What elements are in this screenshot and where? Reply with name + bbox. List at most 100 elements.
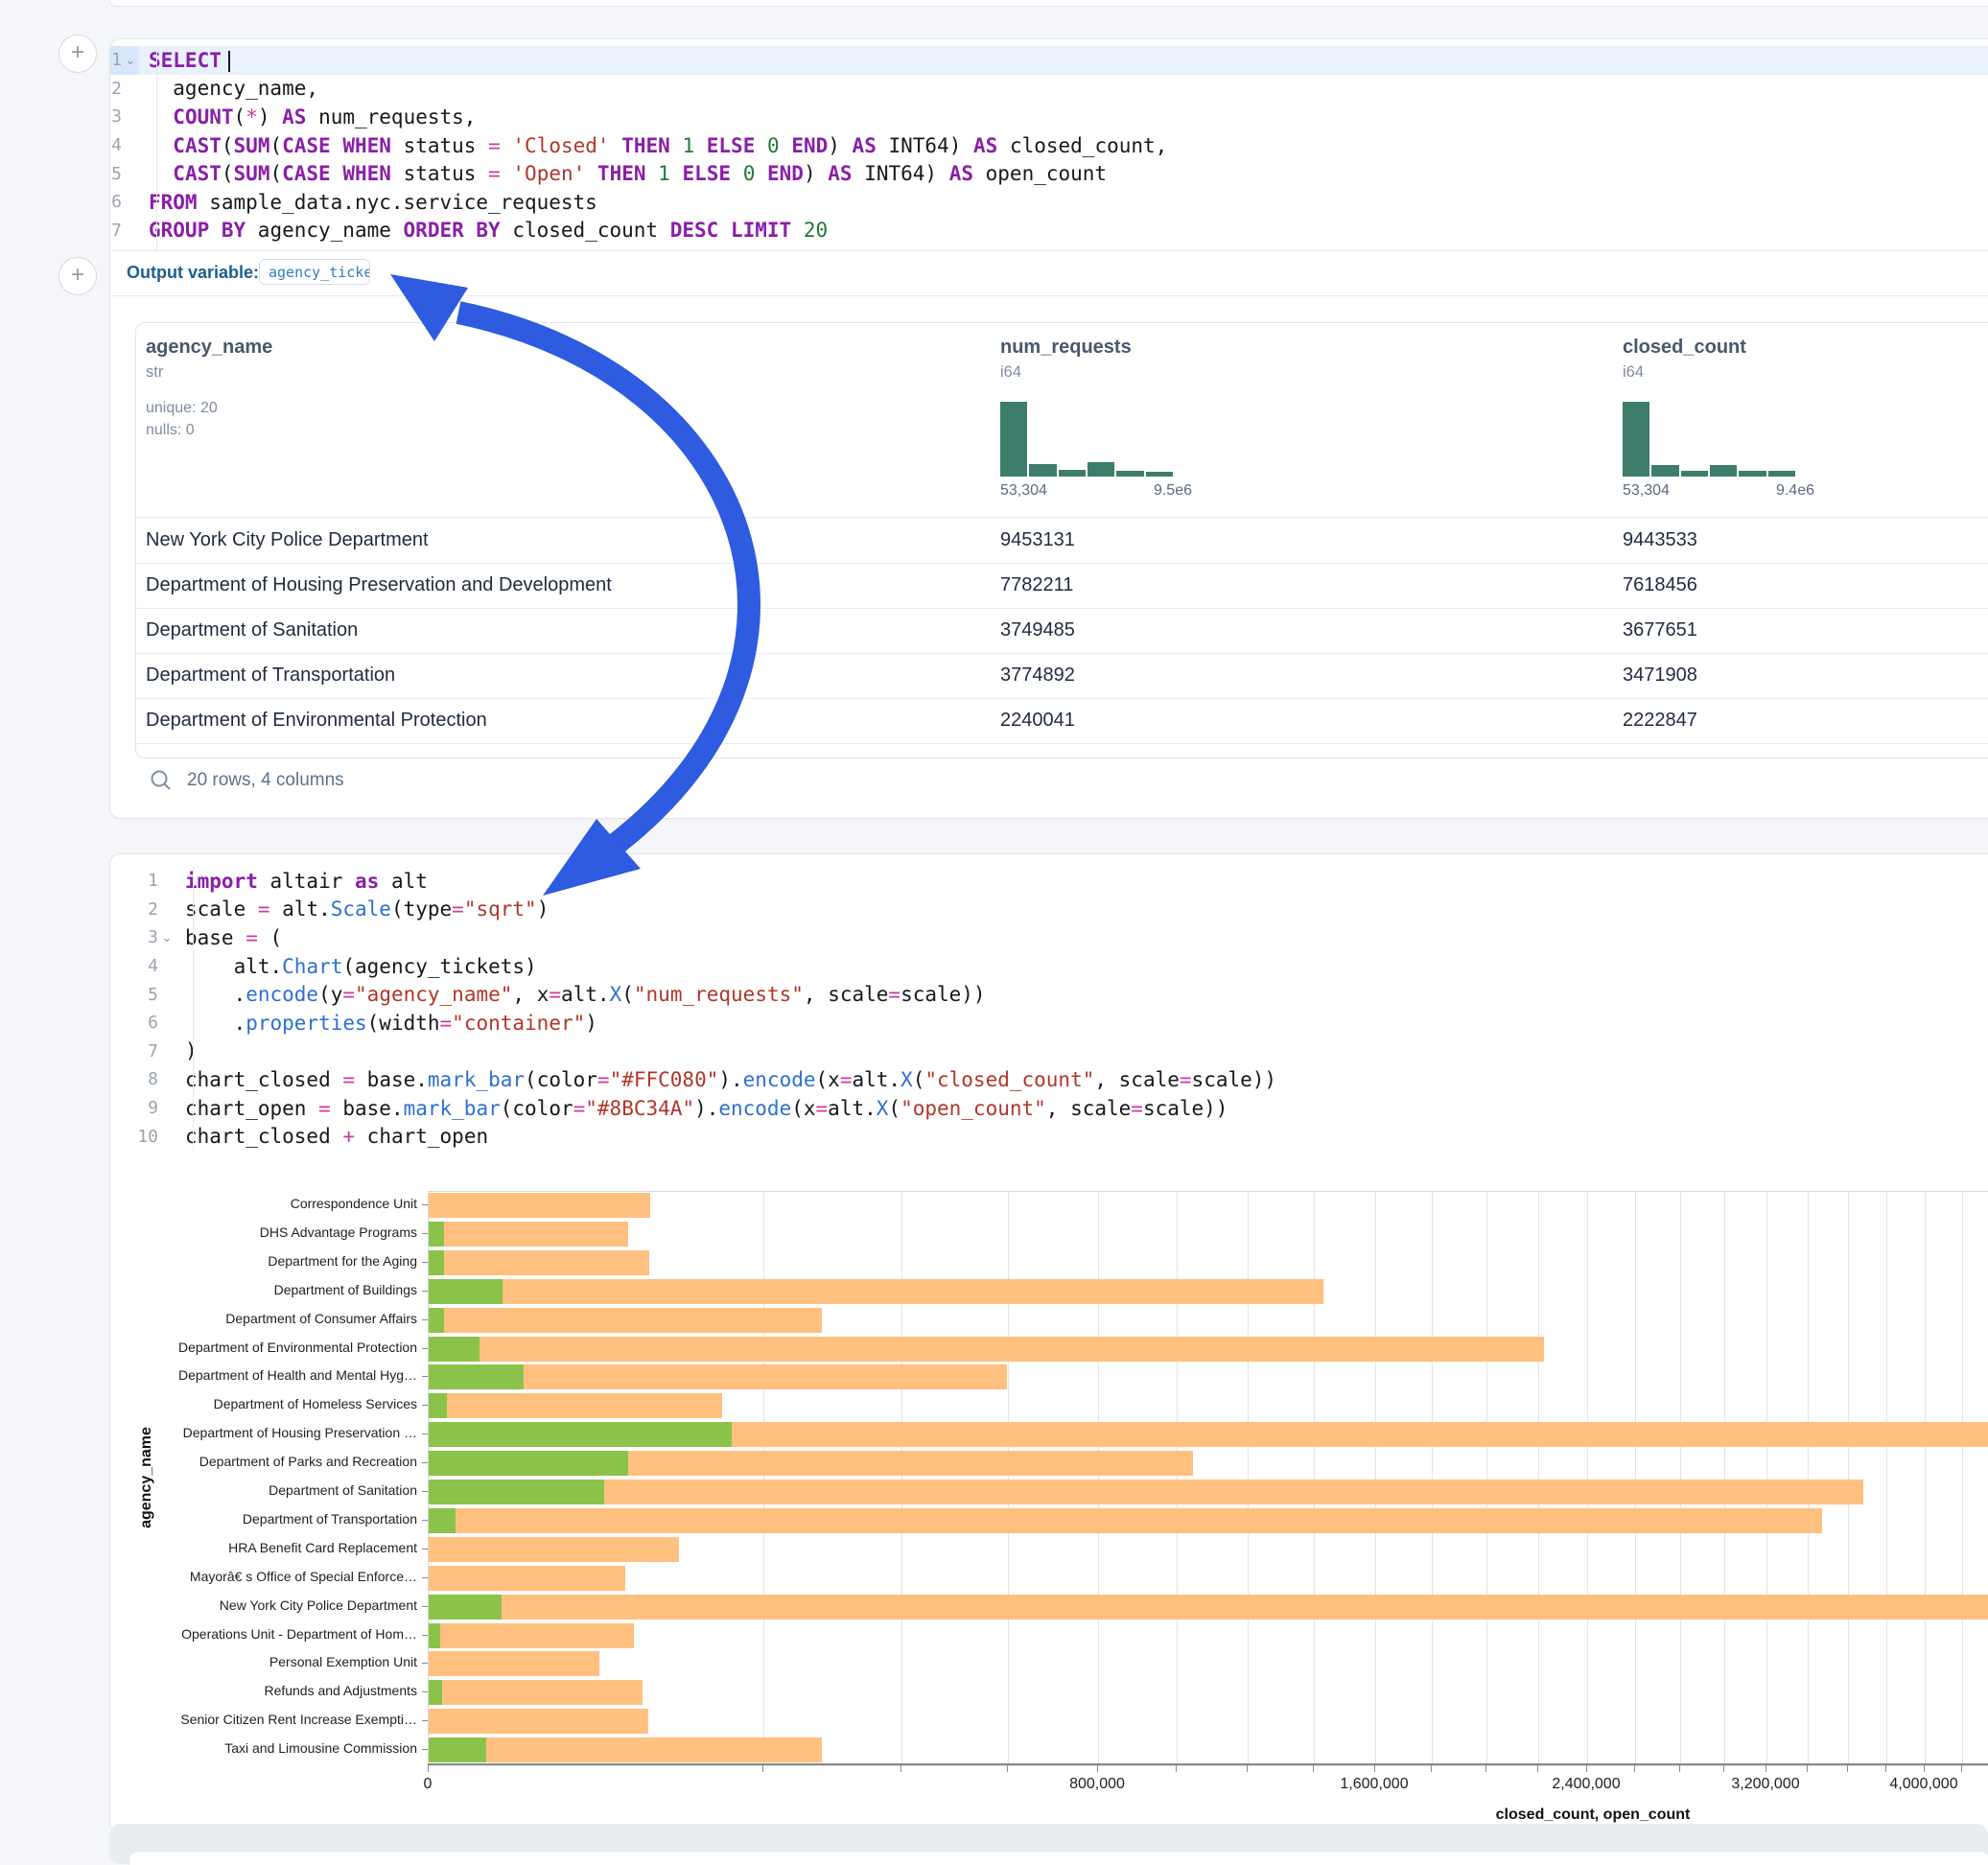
column-header[interactable]: num_requests <box>1000 337 1132 359</box>
table-cell: 3471908 <box>1623 653 1697 698</box>
column-header[interactable]: closed_count <box>1623 337 1746 359</box>
code-line[interactable]: 7GROUP BY agency_name ORDER BY closed_co… <box>110 217 1988 245</box>
altair-chart: Correspondence UnitDHS Advantage Program… <box>110 1161 1988 1832</box>
code-line[interactable]: 1import altair as alt <box>110 867 1988 896</box>
y-tick <box>422 1720 428 1721</box>
code-text: SELECT <box>139 49 230 72</box>
y-axis-label: Department of Parks and Recreation <box>112 1454 417 1469</box>
y-axis-label: HRA Benefit Card Replacement <box>112 1540 417 1555</box>
bar-closed-count <box>429 1308 822 1333</box>
table-row[interactable]: Department of Sanitation37494853677651 <box>136 608 1988 654</box>
line-number: 4 <box>110 131 139 160</box>
gridline <box>1248 1192 1249 1765</box>
histogram-bar <box>1088 462 1114 477</box>
line-number: 1⌄ <box>110 46 139 75</box>
code-line[interactable]: 1⌄SELECT <box>110 46 1988 75</box>
line-number: 3 <box>110 103 139 131</box>
table-row[interactable]: New York City Police Department945313194… <box>136 518 1988 564</box>
code-line[interactable]: 2scale = alt.Scale(type="sqrt") <box>110 896 1988 924</box>
bar-closed-count <box>429 1537 679 1562</box>
column-header[interactable]: agency_name <box>146 337 272 359</box>
code-text: chart_closed = base.mark_bar(color="#FFC… <box>175 1068 1276 1091</box>
x-tick <box>1723 1765 1724 1772</box>
code-line[interactable]: 3 COUNT(*) AS num_requests, <box>110 103 1988 131</box>
y-axis-label: Refunds and Adjustments <box>112 1683 417 1698</box>
x-tick <box>1007 1765 1008 1772</box>
gridline <box>1587 1192 1588 1765</box>
x-tick <box>1634 1765 1635 1772</box>
x-tick <box>1807 1765 1808 1772</box>
table-row[interactable]: Department of Housing Preservation and D… <box>136 563 1988 609</box>
gridline <box>1538 1192 1539 1765</box>
column-meta: unique: 20 <box>146 400 218 417</box>
sql-code-editor[interactable]: 1⌄SELECT2 agency_name,3 COUNT(*) AS num_… <box>110 46 1988 245</box>
table-row[interactable]: Department of Transportation377489234719… <box>136 653 1988 699</box>
gridline <box>1486 1192 1487 1765</box>
bar-open-count <box>429 1480 604 1504</box>
search-icon[interactable] <box>149 768 174 793</box>
x-tick <box>762 1765 763 1772</box>
code-line[interactable]: 5 CAST(SUM(CASE WHEN status = 'Open' THE… <box>110 159 1988 188</box>
histogram-bar <box>1116 471 1143 477</box>
line-number: 3⌄ <box>110 923 175 952</box>
add-cell-button[interactable]: + <box>58 35 97 73</box>
bar-open-count <box>429 1595 502 1620</box>
x-axis-label: 800,000 <box>1069 1776 1125 1793</box>
y-axis-label: Taxi and Limousine Commission <box>112 1740 417 1756</box>
y-axis-label: Mayorâ€ s Office of Special Enforce… <box>112 1569 417 1584</box>
bar-closed-count <box>429 1709 648 1734</box>
code-line[interactable]: 8chart_closed = base.mark_bar(color="#FF… <box>110 1065 1988 1094</box>
code-text: GROUP BY agency_name ORDER BY closed_cou… <box>139 219 828 242</box>
line-number: 5 <box>110 980 175 1009</box>
table-row[interactable]: Department of Environmental Protection 22… <box>136 698 1988 744</box>
python-code-editor[interactable]: 1import altair as alt2scale = alt.Scale(… <box>110 867 1988 1151</box>
column-type: str <box>146 363 163 382</box>
gridline <box>1808 1192 1809 1765</box>
line-number: 6 <box>110 1009 175 1037</box>
add-cell-button[interactable]: + <box>58 257 97 295</box>
histogram-bar <box>1768 471 1795 477</box>
code-text: CAST(SUM(CASE WHEN status = 'Closed' THE… <box>139 134 1167 157</box>
x-axis-label: 4,000,000 <box>1889 1776 1957 1793</box>
gridline <box>1635 1192 1636 1765</box>
fold-chevron-icon[interactable]: ⌄ <box>122 53 139 68</box>
code-text: chart_closed + chart_open <box>175 1125 488 1148</box>
histogram-bar <box>1681 471 1708 477</box>
code-line[interactable]: 2 agency_name, <box>110 75 1988 104</box>
gridline <box>1724 1192 1725 1765</box>
code-line[interactable]: 9chart_open = base.mark_bar(color="#8BC3… <box>110 1094 1988 1123</box>
y-tick <box>422 1635 428 1636</box>
code-text: .encode(y="agency_name", x=alt.X("num_re… <box>175 983 986 1006</box>
code-line[interactable]: 7) <box>110 1037 1988 1066</box>
histogram-range-labels: 53,3049.5e6 <box>1000 482 1192 500</box>
output-variable-badge[interactable]: agency_tickets <box>259 259 370 285</box>
bar-open-count <box>429 1451 628 1476</box>
y-tick <box>422 1691 428 1692</box>
x-axis-label: 1,600,000 <box>1340 1776 1408 1793</box>
table-cell: 3774892 <box>1000 653 1075 698</box>
code-line[interactable]: 5 .encode(y="agency_name", x=alt.X("num_… <box>110 980 1988 1009</box>
code-text: COUNT(*) AS num_requests, <box>139 105 476 128</box>
gridline <box>901 1192 902 1765</box>
code-line[interactable]: 10chart_closed + chart_open <box>110 1122 1988 1151</box>
code-line[interactable]: 6 .properties(width="container") <box>110 1009 1988 1037</box>
y-axis-label: Department of Housing Preservation … <box>112 1425 417 1440</box>
bar-closed-count <box>429 1279 1323 1304</box>
result-table: agency_namestrunique: 20nulls: 0num_requ… <box>135 322 1988 758</box>
gridline <box>1886 1192 1887 1765</box>
gridline <box>1098 1192 1099 1765</box>
code-line[interactable]: 6FROM sample_data.nyc.service_requests <box>110 188 1988 217</box>
table-cell: 2222847 <box>1623 698 1697 743</box>
divider <box>110 295 1988 296</box>
gutter-divider <box>193 867 194 1151</box>
y-axis-label: DHS Advantage Programs <box>112 1224 417 1240</box>
code-line[interactable]: 3⌄base = ( <box>110 923 1988 952</box>
y-tick <box>422 1319 428 1320</box>
code-line[interactable]: 4 CAST(SUM(CASE WHEN status = 'Closed' T… <box>110 131 1988 160</box>
code-line[interactable]: 4 alt.Chart(agency_tickets) <box>110 952 1988 981</box>
table-cell: Department of Environmental Protection <box>146 698 487 743</box>
fold-chevron-icon[interactable]: ⌄ <box>158 930 175 945</box>
gridline <box>1925 1192 1926 1765</box>
histogram-bar <box>1029 464 1056 477</box>
column-type: i64 <box>1000 363 1021 382</box>
